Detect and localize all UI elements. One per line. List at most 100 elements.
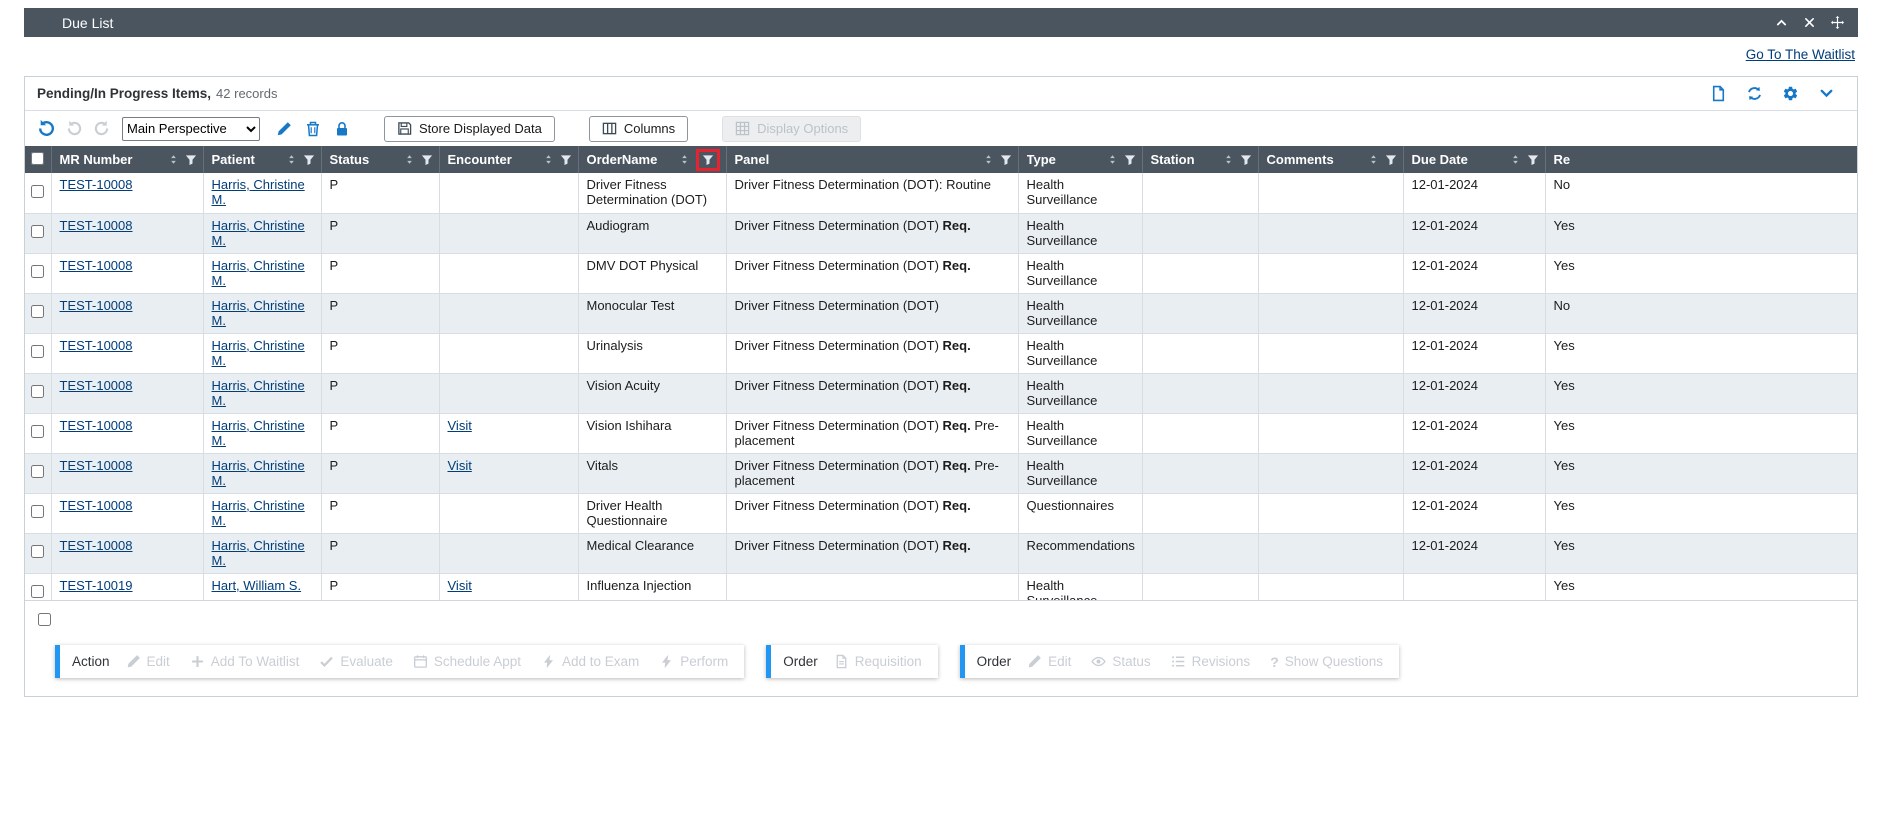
filter-icon[interactable]: [560, 154, 572, 166]
sort-icon[interactable]: [1368, 153, 1379, 166]
row-checkbox[interactable]: [31, 305, 44, 318]
select-all-checkbox[interactable]: [31, 152, 44, 165]
previous-perspective-icon[interactable]: [66, 120, 83, 137]
window-titlebar[interactable]: Due List: [24, 8, 1858, 37]
patient-link[interactable]: Harris, Christine M.: [212, 378, 305, 408]
mr-number-link[interactable]: TEST-10008: [60, 177, 133, 192]
column-header[interactable]: Status: [321, 146, 439, 173]
row-checkbox[interactable]: [31, 585, 44, 598]
footer-select-checkbox[interactable]: [38, 613, 51, 626]
add-to-exam-button[interactable]: Add to Exam: [541, 654, 639, 669]
row-checkbox[interactable]: [31, 345, 44, 358]
mr-number-link[interactable]: TEST-10008: [60, 538, 133, 553]
row-checkbox[interactable]: [31, 545, 44, 558]
column-header[interactable]: Comments: [1258, 146, 1403, 173]
column-header[interactable]: Due Date: [1403, 146, 1545, 173]
patient-link[interactable]: Harris, Christine M.: [212, 258, 305, 288]
sort-icon[interactable]: [543, 153, 554, 166]
mr-number-link[interactable]: TEST-10008: [60, 418, 133, 433]
go-to-waitlist-link[interactable]: Go To The Waitlist: [1746, 47, 1855, 62]
mr-number-link[interactable]: TEST-10008: [60, 498, 133, 513]
column-header[interactable]: Station: [1142, 146, 1258, 173]
column-header[interactable]: Encounter: [439, 146, 578, 173]
status-button[interactable]: Status: [1091, 654, 1150, 669]
patient-link[interactable]: Harris, Christine M.: [212, 418, 305, 448]
display-options-button[interactable]: Display Options: [722, 116, 861, 142]
row-checkbox[interactable]: [31, 425, 44, 438]
sort-icon[interactable]: [679, 153, 690, 166]
column-header[interactable]: Re: [1545, 146, 1857, 173]
filter-icon[interactable]: [303, 154, 315, 166]
patient-link[interactable]: Harris, Christine M.: [212, 538, 305, 568]
collapse-window-icon[interactable]: [1775, 16, 1788, 29]
lock-perspective-icon[interactable]: [334, 121, 350, 137]
row-checkbox[interactable]: [31, 465, 44, 478]
row-checkbox[interactable]: [31, 385, 44, 398]
row-checkbox[interactable]: [31, 225, 44, 238]
sort-icon[interactable]: [1510, 153, 1521, 166]
requisition-button[interactable]: Requisition: [834, 654, 922, 669]
edit-order-button[interactable]: Edit: [1027, 654, 1071, 669]
perform-button[interactable]: Perform: [659, 654, 728, 669]
patient-link[interactable]: Harris, Christine M.: [212, 177, 305, 207]
sort-icon[interactable]: [1223, 153, 1234, 166]
row-checkbox[interactable]: [31, 265, 44, 278]
encounter-link[interactable]: Visit: [448, 458, 472, 473]
report-document-icon[interactable]: [1710, 85, 1727, 102]
mr-number-link[interactable]: TEST-10008: [60, 218, 133, 233]
show-questions-button[interactable]: ? Show Questions: [1270, 654, 1383, 669]
patient-link[interactable]: Harris, Christine M.: [212, 338, 305, 368]
edit-action-button[interactable]: Edit: [126, 654, 170, 669]
column-header[interactable]: OrderName: [578, 146, 726, 173]
mr-number-link[interactable]: TEST-10008: [60, 298, 133, 313]
sort-icon[interactable]: [286, 153, 297, 166]
row-checkbox[interactable]: [31, 505, 44, 518]
mr-number-link[interactable]: TEST-10008: [60, 378, 133, 393]
filter-icon[interactable]: [1240, 154, 1252, 166]
perspective-select[interactable]: Main Perspective: [122, 117, 260, 141]
patient-link[interactable]: Hart, William S.: [212, 578, 302, 593]
mr-number-link[interactable]: TEST-10019: [60, 578, 133, 593]
delete-perspective-trash-icon[interactable]: [305, 121, 321, 137]
next-perspective-icon[interactable]: [93, 120, 110, 137]
reset-view-icon[interactable]: [37, 119, 56, 138]
columns-button[interactable]: Columns: [589, 116, 688, 142]
mr-number-link[interactable]: TEST-10008: [60, 258, 133, 273]
column-header[interactable]: MR Number: [51, 146, 203, 173]
sort-icon[interactable]: [168, 153, 179, 166]
mr-number-link[interactable]: TEST-10008: [60, 458, 133, 473]
filter-icon[interactable]: [1000, 154, 1012, 166]
column-header[interactable]: Panel: [726, 146, 1018, 173]
patient-link[interactable]: Harris, Christine M.: [212, 298, 305, 328]
patient-link[interactable]: Harris, Christine M.: [212, 458, 305, 488]
settings-gear-icon[interactable]: [1782, 85, 1799, 102]
filter-icon[interactable]: [185, 154, 197, 166]
required-cell: No: [1545, 173, 1857, 213]
move-window-icon[interactable]: [1831, 16, 1844, 29]
schedule-appt-button[interactable]: Schedule Appt: [413, 654, 521, 669]
patient-link[interactable]: Harris, Christine M.: [212, 498, 305, 528]
sort-icon[interactable]: [404, 153, 415, 166]
refresh-icon[interactable]: [1746, 85, 1763, 102]
encounter-link[interactable]: Visit: [448, 418, 472, 433]
filter-icon[interactable]: [702, 154, 714, 166]
filter-icon[interactable]: [1385, 154, 1397, 166]
encounter-link[interactable]: Visit: [448, 578, 472, 593]
close-window-icon[interactable]: [1803, 16, 1816, 29]
filter-icon[interactable]: [421, 154, 433, 166]
add-to-waitlist-button[interactable]: Add To Waitlist: [190, 654, 300, 669]
store-displayed-data-button[interactable]: Store Displayed Data: [384, 116, 555, 142]
revisions-button[interactable]: Revisions: [1171, 654, 1251, 669]
patient-link[interactable]: Harris, Christine M.: [212, 218, 305, 248]
sort-icon[interactable]: [983, 153, 994, 166]
row-checkbox[interactable]: [31, 185, 44, 198]
filter-icon[interactable]: [1527, 154, 1539, 166]
column-header[interactable]: Patient: [203, 146, 321, 173]
column-header[interactable]: Type: [1018, 146, 1142, 173]
edit-perspective-pencil-icon[interactable]: [276, 121, 292, 137]
evaluate-button[interactable]: Evaluate: [319, 654, 393, 669]
mr-number-link[interactable]: TEST-10008: [60, 338, 133, 353]
sort-icon[interactable]: [1107, 153, 1118, 166]
collapse-panel-icon[interactable]: [1818, 85, 1835, 102]
filter-icon[interactable]: [1124, 154, 1136, 166]
